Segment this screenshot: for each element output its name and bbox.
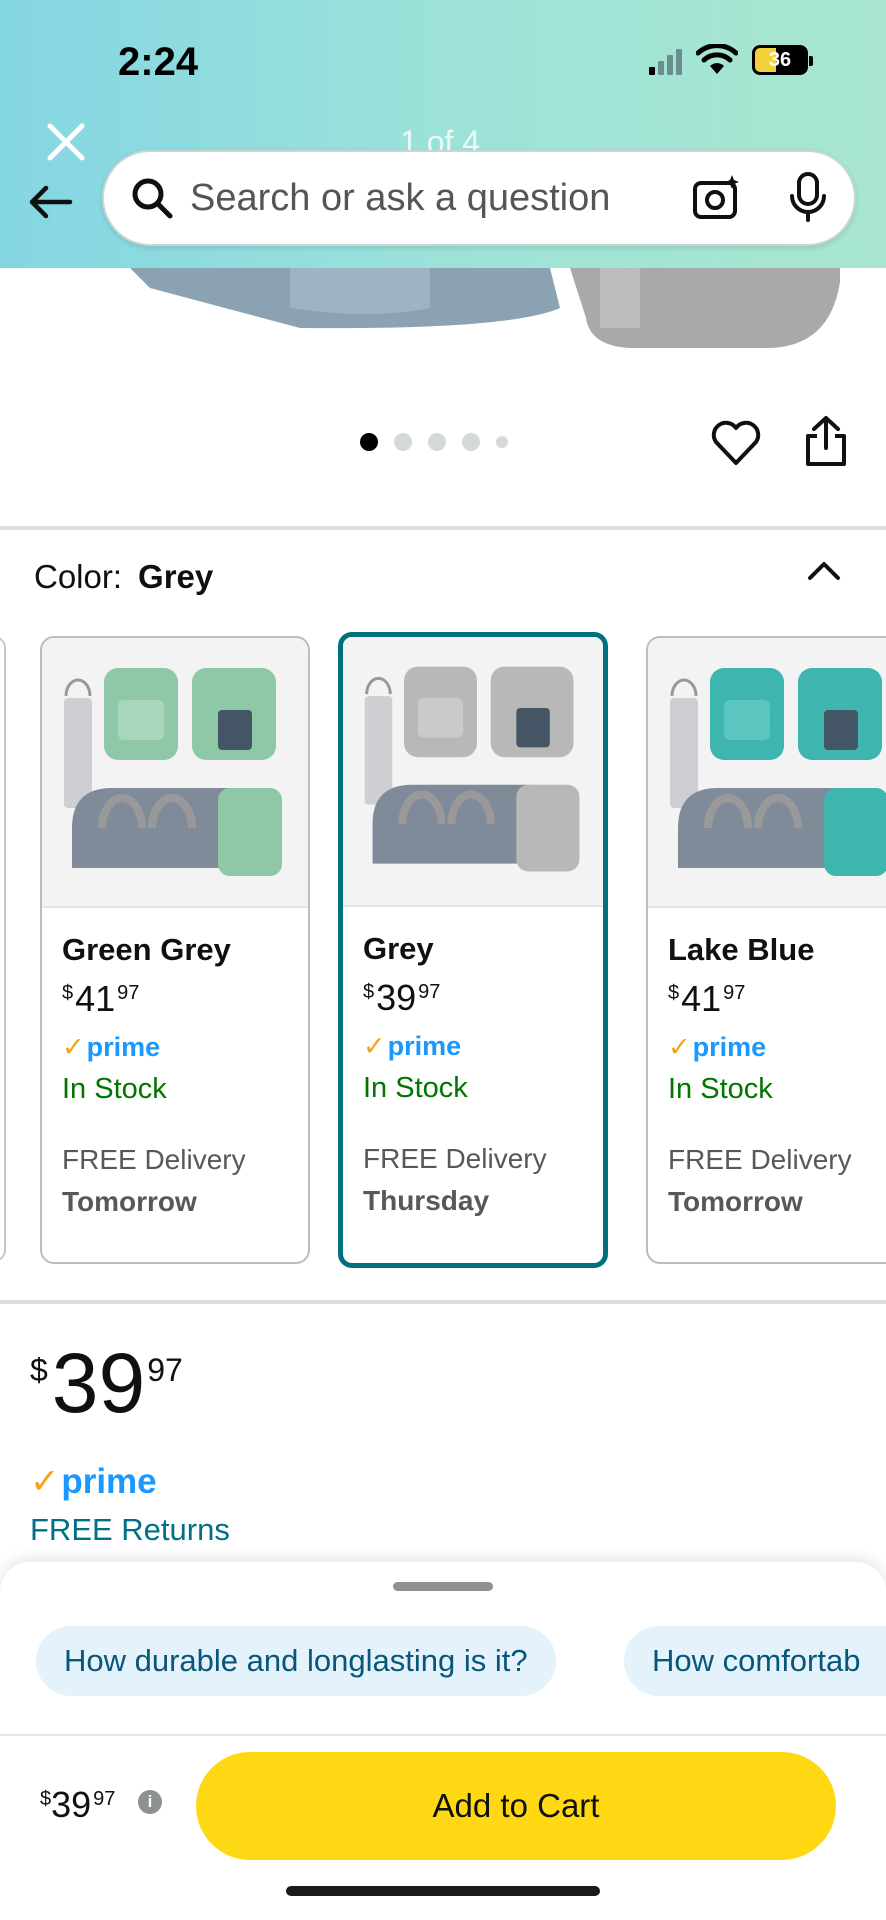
currency-symbol: $ (363, 981, 375, 1003)
heart-icon[interactable] (710, 418, 762, 468)
question-chip[interactable]: How durable and longlasting is it? (36, 1626, 556, 1696)
prime-check-icon: ✓ (30, 1462, 60, 1501)
carousel-dot[interactable] (496, 436, 508, 448)
currency-symbol: $ (62, 982, 74, 1004)
swatch-thumbnail (343, 637, 603, 907)
product-price: $39 97 (30, 1338, 183, 1428)
currency-symbol: $ (40, 1788, 52, 1810)
close-icon[interactable] (44, 120, 88, 164)
prime-text: prime (692, 1032, 767, 1062)
delivery-day: Tomorrow (668, 1186, 803, 1217)
status-icons: 36 (649, 44, 813, 76)
home-indicator (286, 1886, 600, 1896)
info-icon[interactable]: i (138, 1790, 162, 1814)
prime-check-icon: ✓ (363, 1031, 386, 1061)
price-cents: 97 (418, 981, 441, 1003)
cellular-signal-icon (649, 45, 682, 75)
section-divider (0, 526, 886, 530)
delivery-day: Tomorrow (62, 1186, 197, 1217)
swatch-name: Green Grey (62, 932, 231, 967)
delivery-label: FREE Delivery (62, 1144, 246, 1175)
stock-status: In Stock (363, 1072, 468, 1104)
prime-text: prime (86, 1032, 161, 1062)
swatch-price: $41 97 (668, 978, 886, 1020)
swatch-price: $39 97 (363, 977, 583, 1019)
bag-thumbnail-image (670, 668, 886, 876)
color-label-text: Color: (34, 558, 123, 595)
prime-badge: ✓ prime (668, 1032, 886, 1063)
chevron-up-icon[interactable] (806, 556, 842, 584)
bag-thumbnail-image (364, 666, 580, 872)
color-swatch-lake-blue[interactable]: Lake Blue $41 97 ✓ prime In Stock FREE Del… (646, 636, 886, 1264)
currency-symbol: $ (668, 982, 680, 1004)
search-icon (132, 178, 173, 219)
price-whole: 39 (51, 1336, 146, 1430)
swatch-thumbnail (42, 638, 308, 908)
question-chip[interactable]: How comfortab (624, 1626, 886, 1696)
battery-level: 36 (768, 48, 792, 71)
camera-search-icon[interactable] (692, 173, 742, 223)
price-cents: 97 (723, 982, 746, 1004)
sheet-drag-handle[interactable] (393, 1582, 493, 1591)
share-icon[interactable] (804, 414, 848, 468)
currency-symbol: $ (30, 1352, 48, 1388)
search-input[interactable] (190, 176, 692, 220)
stock-status: In Stock (62, 1073, 167, 1105)
color-swatch-grey[interactable]: Grey $39 97 ✓ prime In Stock FREE Delivery… (338, 632, 608, 1268)
swatch-card-partial[interactable] (0, 636, 6, 1262)
price-whole: 41 (681, 978, 722, 1019)
prime-text: prime (387, 1031, 462, 1061)
price-whole: 41 (75, 978, 116, 1019)
status-time: 2:24 (118, 40, 199, 84)
swatch-thumbnail (648, 638, 886, 908)
search-bar[interactable] (102, 150, 856, 246)
color-swatch-row[interactable]: Green Grey $41 97 ✓ prime In Stock FREE De… (0, 632, 886, 1272)
color-selector-label: Color: Grey (34, 558, 213, 596)
swatch-price: $41 97 (62, 978, 288, 1020)
swatch-name: Grey (363, 931, 434, 966)
add-to-cart-button[interactable]: Add to Cart (196, 1752, 836, 1860)
prime-check-icon: ✓ (668, 1032, 691, 1062)
carousel-dot[interactable] (462, 433, 480, 451)
swatch-name: Lake Blue (668, 932, 815, 967)
section-divider (0, 1300, 886, 1304)
selected-color: Grey (138, 558, 214, 595)
wifi-icon (696, 44, 738, 74)
stock-status: In Stock (668, 1073, 773, 1105)
footer-price: $39 97 (40, 1784, 115, 1826)
delivery-day: Thursday (363, 1185, 490, 1216)
back-arrow-icon[interactable] (26, 180, 74, 224)
price-cents: 97 (117, 982, 140, 1004)
free-returns-link[interactable]: FREE Returns (30, 1512, 230, 1548)
top-header: 2:24 36 1 of 4 (0, 0, 886, 268)
sheet-divider (0, 1734, 886, 1736)
bottom-sheet: How durable and longlasting is it? How c… (0, 1562, 886, 1920)
prime-badge-large: ✓prime (30, 1462, 157, 1502)
price-whole: 39 (51, 1784, 92, 1825)
delivery-label: FREE Delivery (363, 1143, 547, 1174)
price-cents: 97 (147, 1352, 183, 1388)
carousel-dots (360, 433, 508, 451)
prime-check-icon: ✓ (62, 1032, 85, 1062)
price-cents: 97 (93, 1788, 116, 1810)
carousel-dot[interactable] (428, 433, 446, 451)
carousel-dot[interactable] (360, 433, 378, 451)
prime-badge: ✓ prime (62, 1032, 288, 1063)
prime-text: prime (61, 1462, 157, 1501)
battery-icon: 36 (752, 45, 813, 75)
product-image (130, 268, 840, 348)
price-whole: 39 (376, 977, 417, 1018)
delivery-label: FREE Delivery (668, 1144, 852, 1175)
product-image-carousel[interactable] (0, 268, 886, 528)
carousel-dot[interactable] (394, 433, 412, 451)
bag-thumbnail-image (64, 668, 282, 876)
microphone-icon[interactable] (788, 172, 828, 224)
color-swatch-green-grey[interactable]: Green Grey $41 97 ✓ prime In Stock FREE De… (40, 636, 310, 1264)
prime-badge: ✓ prime (363, 1031, 583, 1062)
